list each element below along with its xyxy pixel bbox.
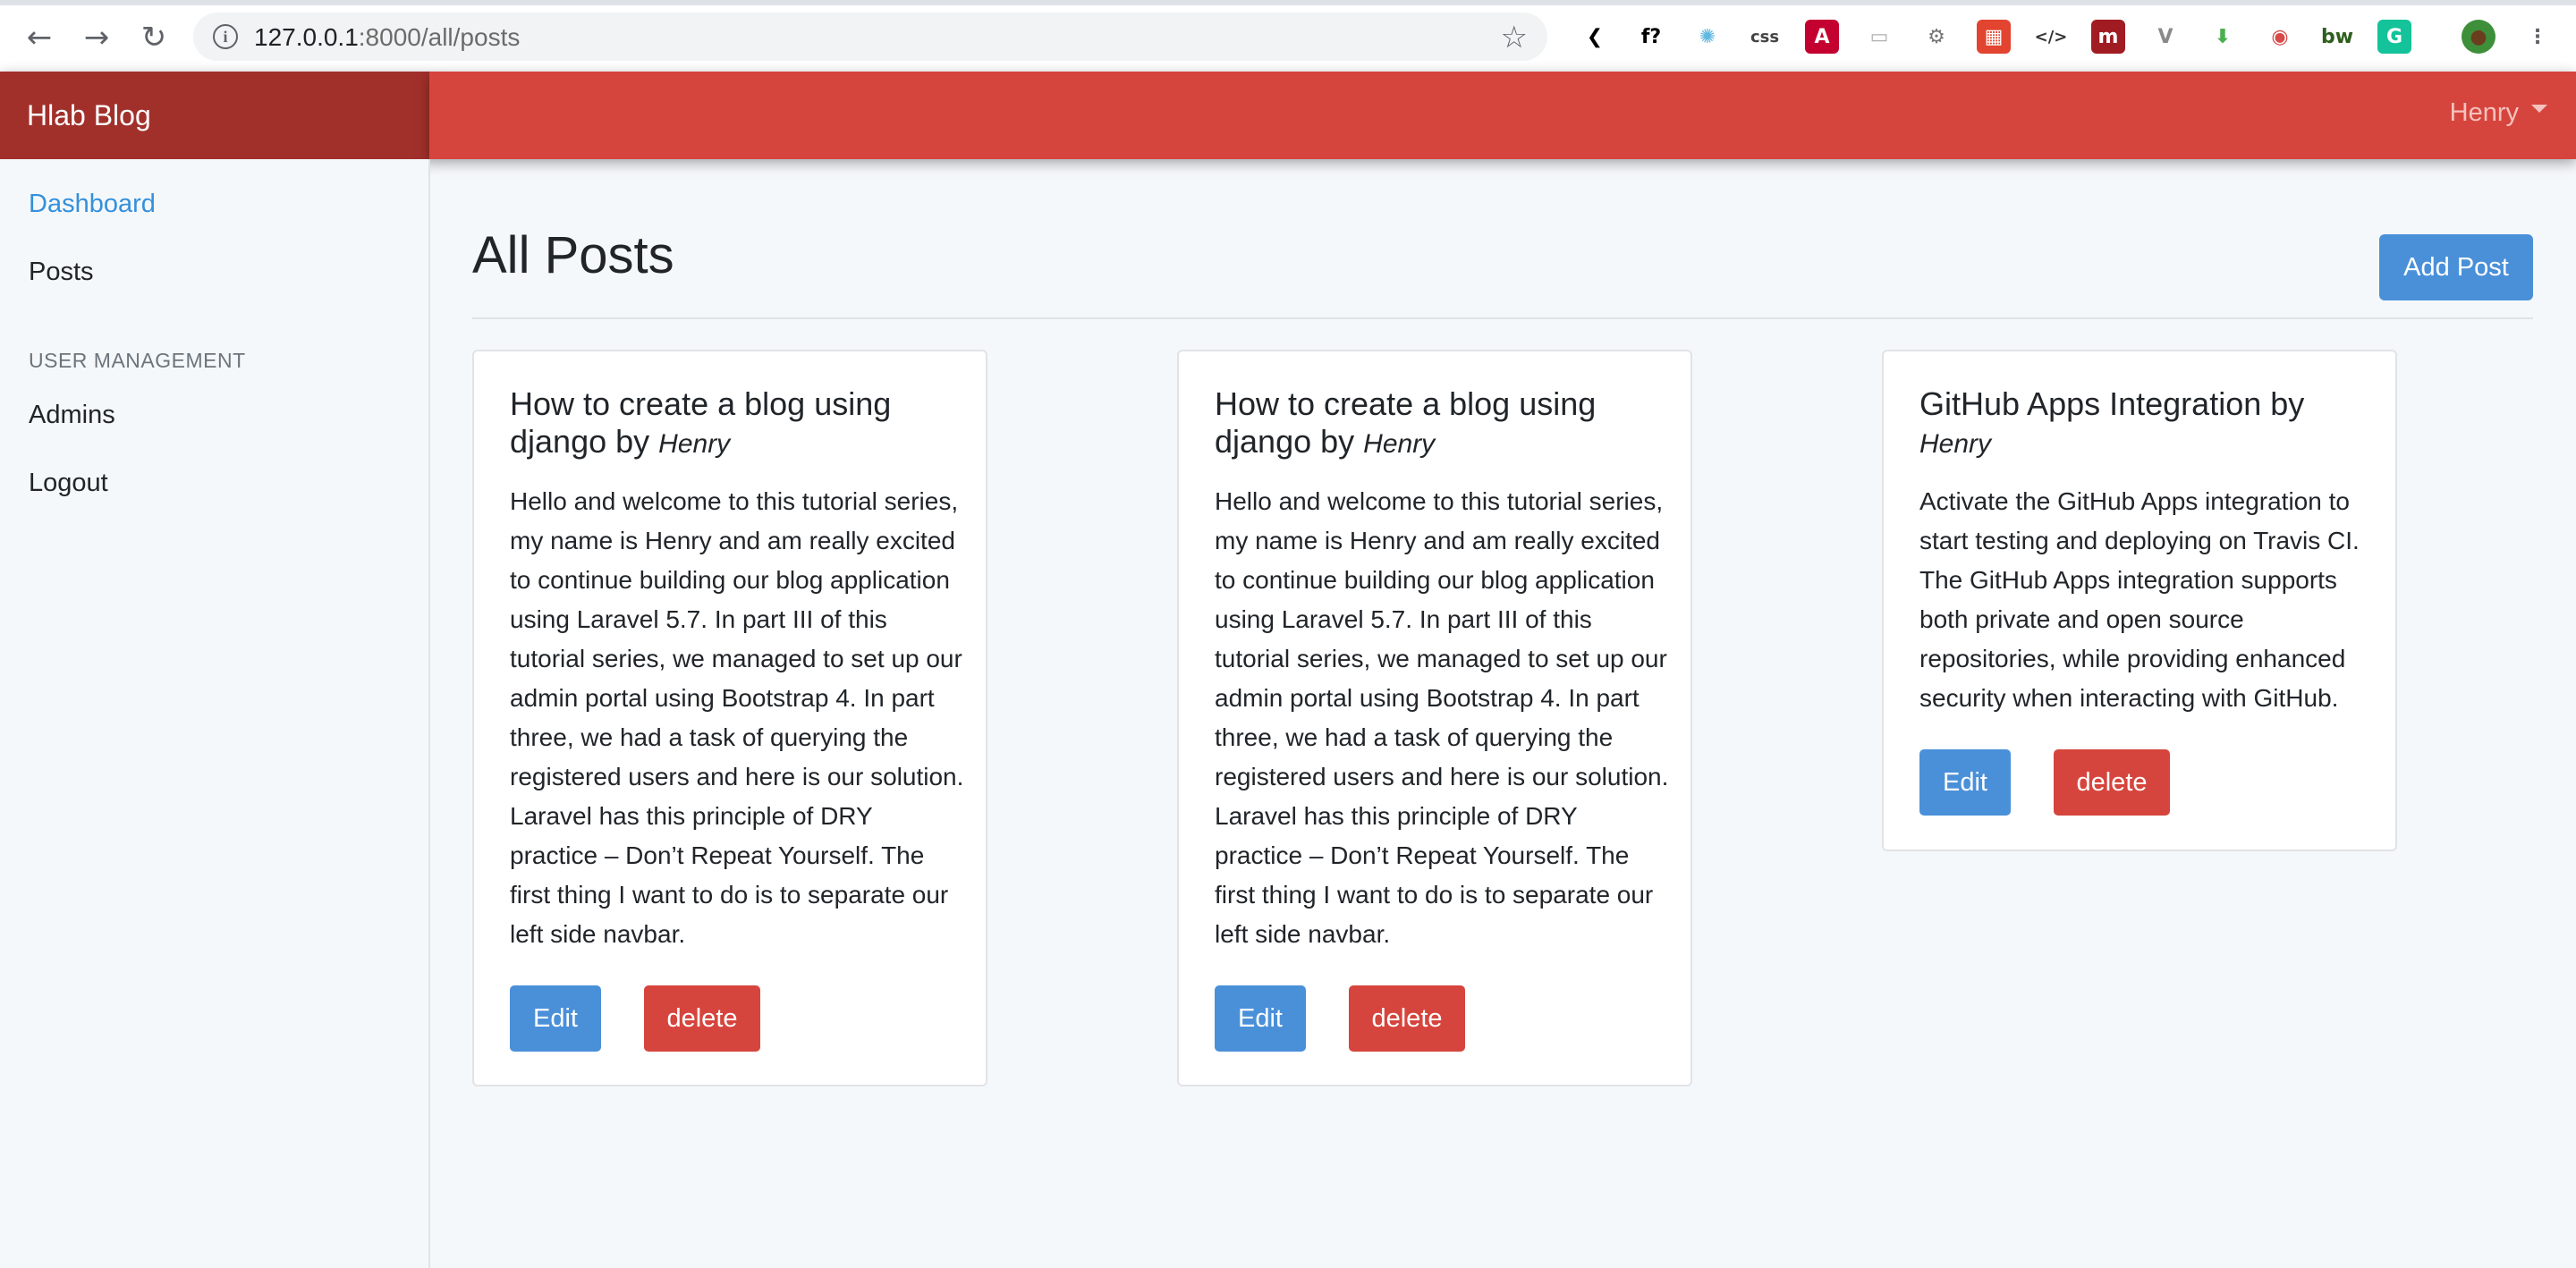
post-title-text: GitHub Apps Integration by (1919, 385, 2305, 422)
sidebar: Dashboard Posts USER MANAGEMENT Admins L… (0, 159, 430, 1268)
tab-strip-edge (0, 0, 2576, 5)
site-info-icon[interactable]: i (213, 24, 238, 49)
caret-down-icon (2531, 104, 2547, 113)
post-author: Henry (1919, 429, 1992, 459)
brand-link[interactable]: Hlab Blog (27, 99, 151, 132)
post-title: How to create a blog using django by Hen… (1215, 385, 1662, 463)
add-post-button[interactable]: Add Post (2379, 234, 2533, 300)
kebab-menu-icon[interactable]: ⋮ (2521, 20, 2555, 54)
user-dropdown[interactable]: Henry (2450, 98, 2547, 128)
post-body: Hello and welcome to this tutorial serie… (510, 487, 964, 948)
window-icon[interactable]: ▭ (1862, 20, 1896, 54)
laravel-icon[interactable]: ▦ (1977, 20, 2011, 54)
post-body: Activate the GitHub Apps integration to … (1919, 487, 2360, 712)
angular-icon[interactable]: A (1805, 20, 1839, 54)
browser-toolbar: ← → ↻ i 127.0.0.1:8000/all/posts ☆ ❮ f? ✺ c… (0, 0, 2576, 72)
avatar-icon[interactable]: ● (2462, 20, 2496, 54)
sidebar-item-dashboard[interactable]: Dashboard (29, 190, 156, 219)
back-arrow-icon[interactable]: ← (18, 16, 61, 59)
edit-button[interactable]: Edit (1919, 749, 2011, 816)
gear-icon[interactable]: ⚙ (1919, 20, 1953, 54)
post-title: How to create a blog using django by Hen… (510, 385, 957, 463)
address-bar[interactable]: i 127.0.0.1:8000/all/posts ☆ (193, 13, 1547, 61)
divider (472, 317, 2533, 319)
delete-button[interactable]: delete (2054, 749, 2170, 816)
sidebar-item-logout[interactable]: Logout (29, 469, 108, 498)
lens-icon[interactable]: ◉ (2263, 20, 2297, 54)
reload-icon[interactable]: ↻ (132, 16, 175, 59)
bw-icon[interactable]: bw (2320, 20, 2354, 54)
forward-arrow-icon[interactable]: → (75, 16, 118, 59)
react-icon[interactable]: ✺ (1690, 20, 1724, 54)
page-title: All Posts (472, 226, 674, 284)
delete-button[interactable]: delete (1349, 985, 1465, 1052)
sidebar-item-posts[interactable]: Posts (29, 258, 94, 287)
code-icon[interactable]: </> (2034, 20, 2068, 54)
post-body: Hello and welcome to this tutorial serie… (1215, 487, 1669, 948)
post-card: GitHub Apps Integration by Henry Activat… (1882, 350, 2397, 851)
vue-icon[interactable]: V (2148, 20, 2182, 54)
bookmark-star-icon[interactable]: ☆ (1501, 20, 1528, 55)
sidebar-section-heading: USER MANAGEMENT (29, 349, 246, 372)
post-card: How to create a blog using django by Hen… (1177, 350, 1692, 1086)
post-title: GitHub Apps Integration by Henry (1919, 385, 2367, 463)
fquestion-icon[interactable]: f? (1634, 20, 1668, 54)
user-name: Henry (2449, 98, 2519, 127)
grammarly-icon[interactable]: G (2377, 20, 2411, 54)
top-navbar: Henry (429, 72, 2576, 159)
post-author: Henry (658, 429, 731, 459)
edit-button[interactable]: Edit (1215, 985, 1306, 1052)
bracket-icon[interactable]: ❮ (1578, 20, 1612, 54)
post-author: Henry (1363, 429, 1436, 459)
brand-bar: Hlab Blog (0, 72, 429, 159)
edit-button[interactable]: Edit (510, 985, 601, 1052)
download-icon[interactable]: ⬇ (2206, 20, 2240, 54)
m-icon[interactable]: m (2091, 20, 2125, 54)
delete-button[interactable]: delete (644, 985, 760, 1052)
css-icon[interactable]: css (1748, 20, 1782, 54)
url-host: 127.0.0.1 (254, 23, 359, 51)
url-path: :8000/all/posts (358, 23, 521, 51)
sidebar-item-admins[interactable]: Admins (29, 401, 115, 430)
post-card: How to create a blog using django by Hen… (472, 350, 987, 1086)
url-text[interactable]: 127.0.0.1:8000/all/posts (254, 23, 520, 52)
